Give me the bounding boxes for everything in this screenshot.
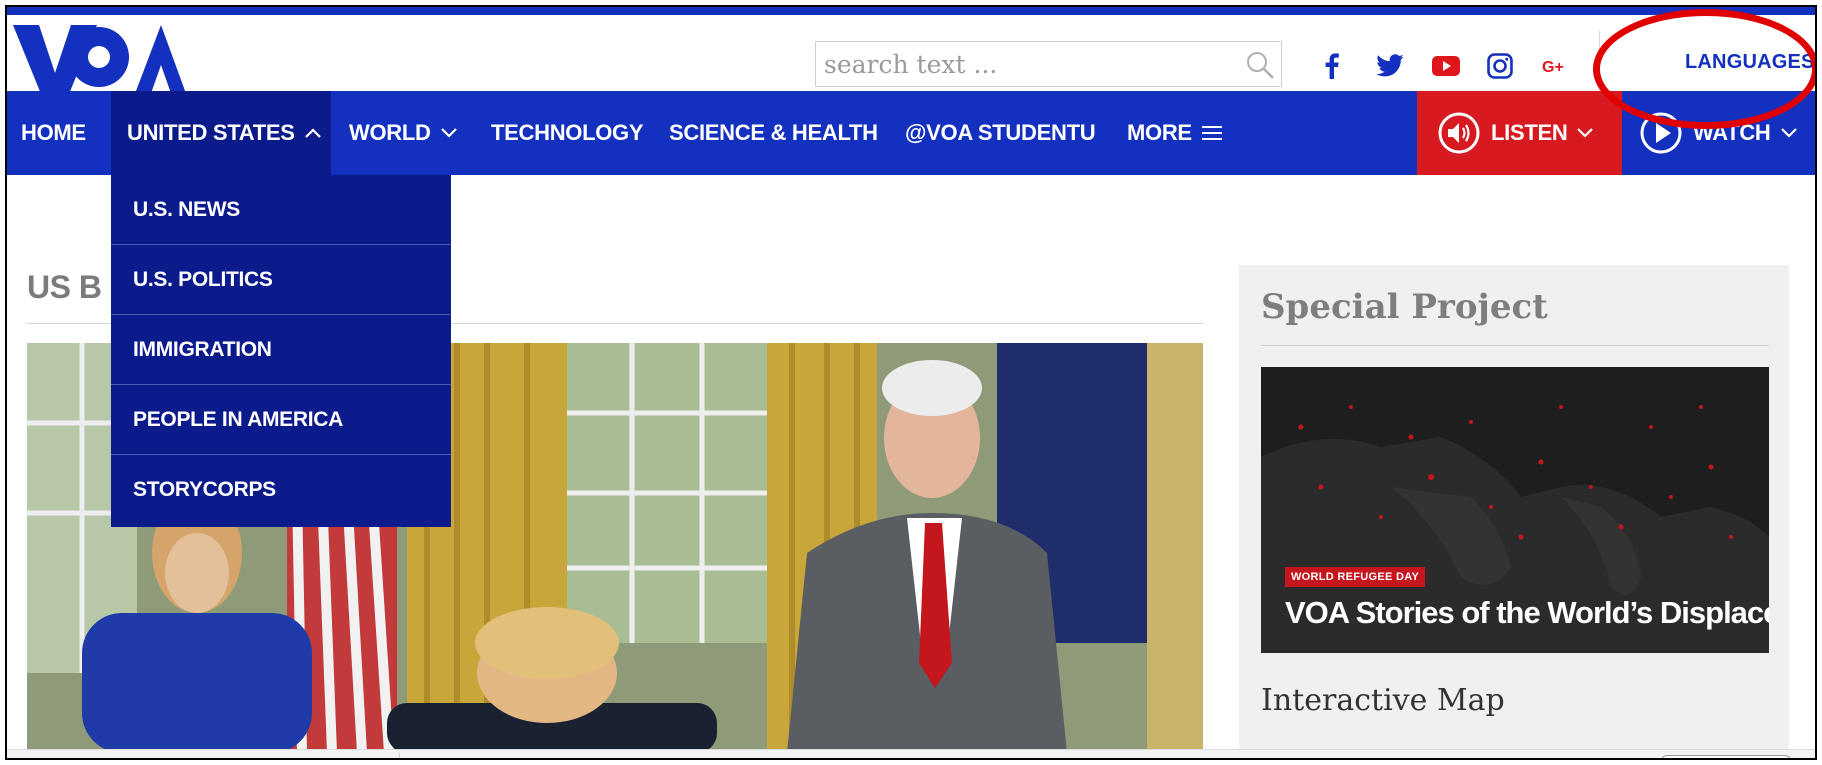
- united-states-dropdown: U.S. NEWS U.S. POLITICS IMMIGRATION PEOP…: [111, 175, 451, 527]
- play-icon: [1640, 112, 1682, 154]
- languages-link[interactable]: LANGUAGES: [1685, 51, 1815, 74]
- facebook-icon[interactable]: [1317, 51, 1347, 81]
- interactive-map-link[interactable]: Interactive Map: [1261, 683, 1505, 718]
- nav-technology[interactable]: TECHNOLOGY: [491, 91, 644, 175]
- nav-world[interactable]: WORLD: [349, 91, 457, 175]
- voa-logo[interactable]: [13, 21, 188, 99]
- world-refugee-day-badge: WORLD REFUGEE DAY: [1285, 567, 1426, 587]
- nav-voa-studentu-label: @VOA STUDENTU: [905, 120, 1096, 145]
- watch-label: WATCH: [1693, 120, 1771, 145]
- headline-left: US B: [27, 269, 102, 305]
- special-project-headline: VOA Stories of the World’s Displaced: [1285, 595, 1769, 630]
- nav-home-label: HOME: [21, 120, 86, 145]
- nav-more-label: MORE: [1127, 120, 1192, 145]
- main-nav: HOME UNITED STATES WORLD TECHNOLOGY SCIE…: [7, 91, 1815, 175]
- nav-united-states-label: UNITED STATES: [127, 120, 295, 145]
- top-bar: G+ LANGUAGES: [7, 7, 1815, 99]
- search-icon[interactable]: [1245, 50, 1275, 80]
- special-project-image[interactable]: WORLD REFUGEE DAY VOA Stories of the Wor…: [1261, 367, 1769, 653]
- dropdown-item-label: U.S. NEWS: [133, 197, 240, 221]
- dropdown-item-us-politics[interactable]: U.S. POLITICS: [111, 245, 451, 315]
- google-plus-icon[interactable]: G+: [1541, 51, 1571, 81]
- nav-united-states[interactable]: UNITED STATES: [111, 91, 331, 175]
- nav-voa-studentu[interactable]: @VOA STUDENTU: [905, 91, 1096, 175]
- nav-science-health-label: SCIENCE & HEALTH: [669, 120, 878, 145]
- bottom-bar: [7, 749, 1815, 758]
- youtube-icon[interactable]: [1431, 51, 1461, 81]
- watch-button[interactable]: WATCH: [1625, 91, 1815, 175]
- dropdown-item-label: STORYCORPS: [133, 478, 276, 501]
- speaker-icon: [1438, 112, 1480, 154]
- dropdown-item-label: PEOPLE IN AMERICA: [133, 407, 343, 431]
- svg-text:G+: G+: [1542, 59, 1564, 76]
- bottom-button[interactable]: [1661, 755, 1791, 758]
- listen-button[interactable]: LISTEN: [1417, 91, 1622, 175]
- nav-home[interactable]: HOME: [21, 91, 86, 175]
- hamburger-icon: [1201, 125, 1222, 141]
- nav-world-label: WORLD: [349, 120, 431, 145]
- dropdown-item-people-in-america[interactable]: PEOPLE IN AMERICA: [111, 385, 451, 455]
- sidebar-divider: [1261, 345, 1769, 346]
- instagram-icon[interactable]: [1485, 51, 1515, 81]
- chevron-down-icon: [1577, 128, 1594, 138]
- search-input[interactable]: [824, 46, 1224, 82]
- dropdown-item-immigration[interactable]: IMMIGRATION: [111, 315, 451, 385]
- nav-technology-label: TECHNOLOGY: [491, 120, 644, 145]
- dropdown-item-label: U.S. POLITICS: [133, 267, 273, 291]
- dropdown-item-us-news[interactable]: U.S. NEWS: [111, 175, 451, 245]
- special-project-title: Special Project: [1261, 287, 1548, 327]
- nav-science-health[interactable]: SCIENCE & HEALTH: [669, 91, 878, 175]
- chevron-down-icon: [440, 128, 457, 138]
- listen-label: LISTEN: [1491, 120, 1568, 145]
- dropdown-item-storycorps[interactable]: STORYCORPS: [111, 455, 451, 525]
- nav-more[interactable]: MORE: [1127, 91, 1222, 175]
- bottom-divider: [399, 753, 400, 758]
- search-box[interactable]: [815, 41, 1282, 87]
- special-project-sidebar: Special Project WORLD REFUGEE DAY VOA St…: [1239, 265, 1789, 758]
- header-divider: [1599, 31, 1600, 91]
- browser-page: G+ LANGUAGES HOME UNITED STATES WORLD TE…: [5, 5, 1817, 760]
- dropdown-item-label: IMMIGRATION: [133, 337, 272, 361]
- chevron-down-icon: [1780, 128, 1797, 138]
- twitter-icon[interactable]: [1375, 51, 1405, 81]
- chevron-up-icon: [304, 128, 321, 138]
